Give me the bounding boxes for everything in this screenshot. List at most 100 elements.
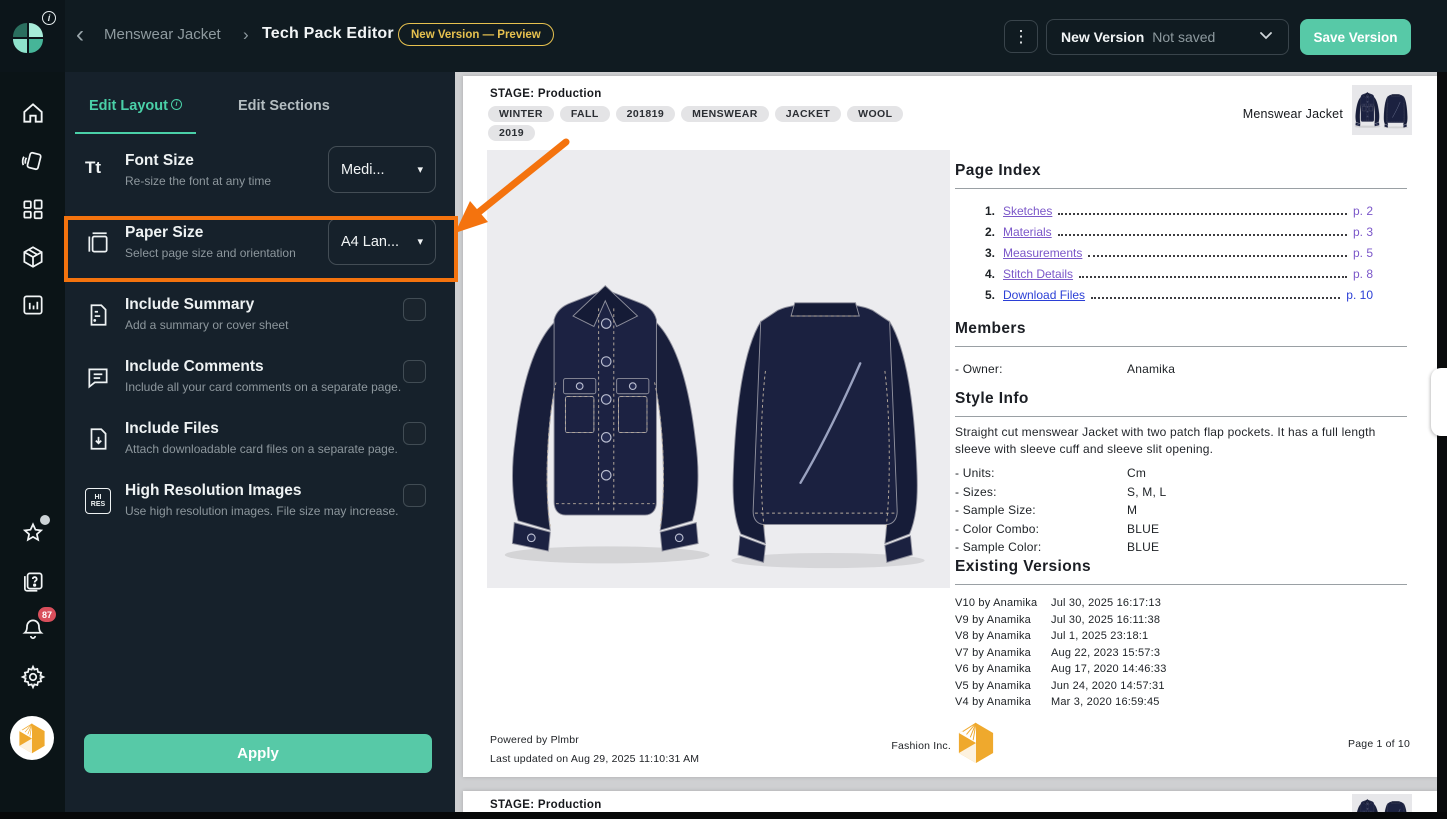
include-summary-checkbox[interactable] (403, 298, 426, 321)
tag: JACKET (775, 106, 841, 122)
collapsed-panel-handle[interactable] (1431, 368, 1447, 436)
option-include-comments: Include Comments Include all your card c… (85, 358, 439, 410)
include-comments-checkbox[interactable] (403, 360, 426, 383)
style-description: Straight cut menswear Jacket with two pa… (955, 424, 1407, 458)
option-paper-size: Paper Size Select page size and orientat… (85, 224, 439, 276)
tag: 2019 (488, 125, 535, 141)
font-size-select[interactable]: Medi... ▾ (328, 146, 436, 193)
version-dropdown[interactable]: New Version Not saved (1046, 19, 1289, 55)
dashboard-icon (20, 196, 46, 222)
index-link-stitch-details[interactable]: Stitch Details (1003, 267, 1073, 281)
index-link-measurements[interactable]: Measurements (1003, 246, 1082, 260)
tag-list: WINTER FALL 201819 MENSWEAR JACKET WOOL … (488, 106, 918, 141)
save-version-button[interactable]: Save Version (1300, 19, 1411, 55)
chevron-down-icon (1258, 27, 1274, 48)
high-res-checkbox[interactable] (403, 484, 426, 507)
file-download-icon (85, 426, 111, 452)
index-item: 2. Materials p. 3 (985, 225, 1373, 246)
option-title: High Resolution Images (125, 482, 302, 500)
tab-edit-sections[interactable]: Edit Sections (224, 88, 344, 134)
jacket-sketch-image (487, 150, 950, 588)
last-updated: Last updated on Aug 29, 2025 11:10:31 AM (490, 753, 699, 765)
sidebar-item-settings[interactable] (20, 664, 46, 690)
option-title: Font Size (125, 152, 194, 170)
version-row: V5 by AnamikaJun 24, 2020 14:57:31 (955, 680, 1407, 692)
sidebar-item-home[interactable] (20, 100, 46, 126)
back-button[interactable]: ‹ (76, 22, 84, 48)
app-logo[interactable]: i (0, 0, 65, 72)
powered-by: Powered by Plmbr (490, 734, 579, 746)
index-item: 1. Sketches p. 2 (985, 204, 1373, 225)
option-title: Include Comments (125, 358, 264, 376)
sidebar-item-dashboard[interactable] (20, 196, 46, 222)
index-item: 5. Download Files p. 10 (985, 288, 1373, 309)
sidebar-item-notifications[interactable]: 87 (20, 616, 46, 642)
tab-edit-layout[interactable]: Edit Layout i (75, 88, 196, 134)
info-icon[interactable]: i (42, 8, 56, 26)
owner-value: Anamika (1127, 362, 1175, 376)
help-card-icon (20, 568, 46, 594)
summary-doc-icon (85, 302, 111, 328)
jacket-thumbnail-image (1354, 89, 1410, 131)
style-fields: - Units:Cm - Sizes:S, M, L - Sample Size… (955, 466, 1407, 554)
font-size-icon: Tt (85, 158, 111, 184)
user-avatar[interactable] (10, 716, 54, 760)
option-title: Include Files (125, 420, 219, 438)
field-row: - Color Combo:BLUE (955, 522, 1407, 536)
page-index-list: 1. Sketches p. 2 2. Materials p. 3 3. Me… (985, 204, 1373, 309)
app-window: i ‹ Menswear Jacket › Tech Pack Editor N… (0, 0, 1447, 819)
paper-size-select[interactable]: A4 Lan... ▾ (328, 218, 436, 265)
option-subtitle: Attach downloadable card files on a sepa… (125, 442, 398, 456)
version-row: V6 by AnamikaAug 17, 2020 14:46:33 (955, 663, 1407, 675)
include-files-checkbox[interactable] (403, 422, 426, 445)
option-subtitle: Select page size and orientation (125, 246, 296, 260)
tag: FALL (560, 106, 610, 122)
hi-res-icon: HIRES (85, 488, 111, 514)
index-link-sketches[interactable]: Sketches (1003, 204, 1052, 218)
caret-down-icon: ▾ (417, 163, 423, 176)
divider (955, 346, 1407, 347)
version-row: V4 by AnamikaMar 3, 2020 16:59:45 (955, 696, 1407, 708)
tag: WINTER (488, 106, 554, 122)
caret-down-icon: ▾ (417, 235, 423, 248)
option-high-res-images: HIRES High Resolution Images Use high re… (85, 482, 439, 534)
section-heading-existing-versions: Existing Versions (955, 558, 1091, 576)
version-row: V7 by AnamikaAug 22, 2023 15:57:3 (955, 647, 1407, 659)
dotted-leader (1088, 255, 1347, 257)
kebab-icon: ⋮ (1013, 27, 1030, 47)
version-row: V8 by AnamikaJul 1, 2025 23:18:1 (955, 630, 1407, 642)
section-heading-members: Members (955, 320, 1026, 338)
favorites-dot-badge (40, 515, 50, 525)
field-row: - Sizes:S, M, L (955, 485, 1407, 499)
section-heading-page-index: Page Index (955, 162, 1041, 180)
apply-button[interactable]: Apply (84, 734, 432, 773)
section-heading-style-info: Style Info (955, 390, 1029, 408)
option-font-size: Tt Font Size Re-size the font at any tim… (85, 152, 439, 204)
tag: WOOL (847, 106, 903, 122)
hexagon-brand-icon (957, 722, 995, 764)
sidebar-item-reports[interactable] (20, 292, 46, 318)
index-link-download-files[interactable]: Download Files (1003, 288, 1085, 302)
sidebar-item-help[interactable] (20, 568, 46, 594)
home-icon (20, 100, 46, 126)
company-logo (957, 722, 995, 769)
comment-icon (85, 364, 111, 390)
sidebar-item-products[interactable] (20, 244, 46, 270)
page-counter: Page 1 of 10 (1348, 738, 1410, 750)
page-title: Tech Pack Editor (262, 25, 394, 43)
sidebar-item-swatches[interactable] (20, 148, 46, 174)
preview-area: STAGE: Production WINTER FALL 201819 MEN… (455, 72, 1447, 819)
field-row: - Units:Cm (955, 466, 1407, 480)
more-options-button[interactable]: ⋮ (1004, 20, 1038, 53)
right-edge-strip (1437, 72, 1447, 819)
breadcrumb-parent[interactable]: Menswear Jacket (104, 26, 221, 43)
index-item: 3. Measurements p. 5 (985, 246, 1373, 267)
divider (955, 584, 1407, 585)
index-link-materials[interactable]: Materials (1003, 225, 1052, 239)
paper-size-icon (85, 230, 111, 256)
breadcrumb-separator: › (243, 25, 249, 45)
sidebar-item-favorites[interactable] (20, 520, 46, 546)
version-row: V10 by AnamikaJul 30, 2025 16:17:13 (955, 597, 1407, 609)
divider (955, 416, 1407, 417)
option-subtitle: Include all your card comments on a sepa… (125, 380, 401, 394)
